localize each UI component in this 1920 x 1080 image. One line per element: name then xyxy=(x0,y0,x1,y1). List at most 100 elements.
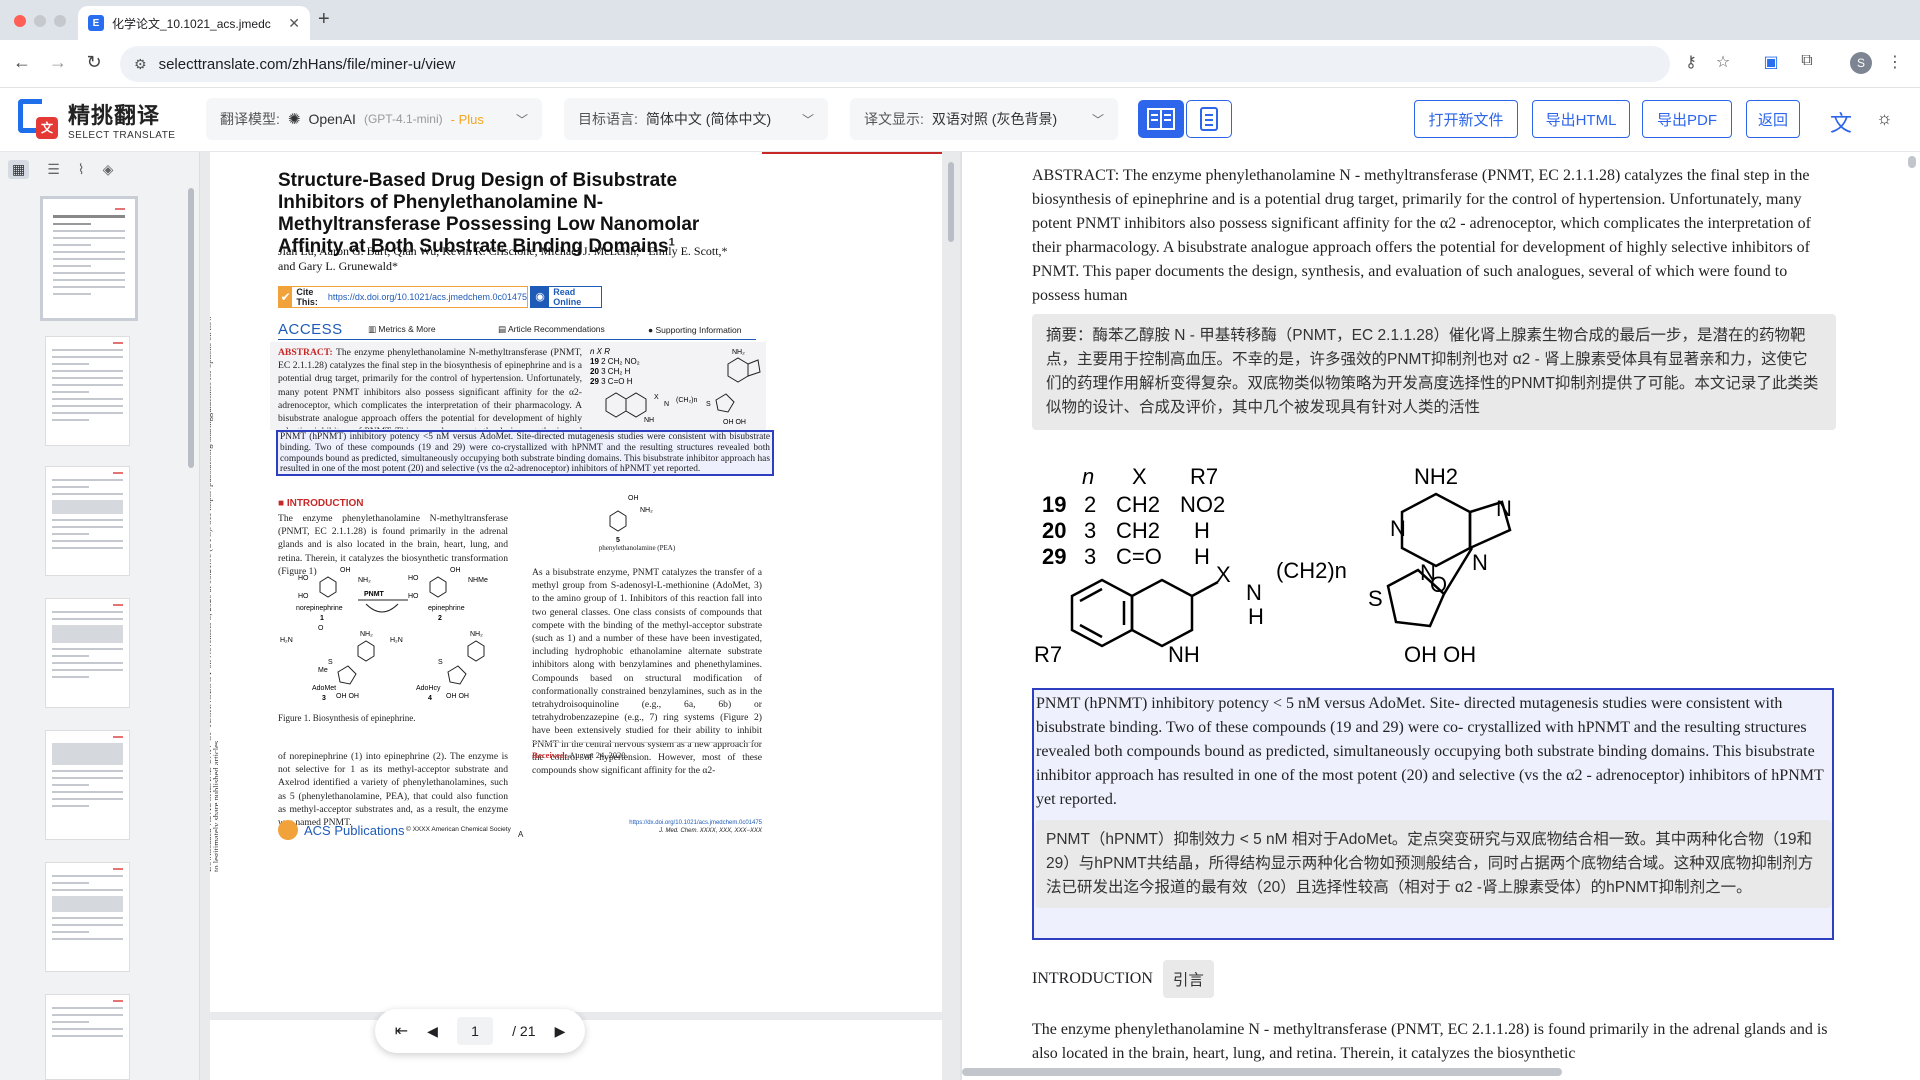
cite-doi-link[interactable]: https://dx.doi.org/10.1021/acs.jmedchem.… xyxy=(328,292,527,302)
address-bar: ← → ↻ ⚙ selecttranslate.com/zhHans/file/… xyxy=(0,40,1920,88)
sidebar-scrollbar[interactable] xyxy=(188,188,194,468)
svg-text:19 2 CH₂ NO₂: 19 2 CH₂ NO₂ xyxy=(590,357,640,366)
toggle-sidebar-icon[interactable]: ⇤ xyxy=(395,1021,408,1041)
minimize-window-button[interactable] xyxy=(34,15,46,27)
selected-translation-block[interactable]: PNMT (hPNMT) inhibitory potency < 5 nM v… xyxy=(1032,688,1834,940)
url-field[interactable]: ⚙ selecttranslate.com/zhHans/file/miner-… xyxy=(120,46,1670,82)
svg-text:S: S xyxy=(706,401,711,408)
target-language-selector[interactable]: 目标语言: 简体中文 (简体中文) ﹀ xyxy=(564,98,828,140)
intro-heading-row: INTRODUCTION 引言 xyxy=(1032,960,1214,998)
layers-icon[interactable]: ◈ xyxy=(103,161,114,178)
single-view-button[interactable] xyxy=(1186,100,1232,138)
pdf-viewer: Downloaded via AUCKLAND UNIV OF TECHNOLO… xyxy=(200,152,960,1080)
new-tab-button[interactable]: + xyxy=(318,8,330,31)
footer-doi[interactable]: https://dx.doi.org/10.1021/acs.jmedchem.… xyxy=(590,820,762,827)
chevron-down-icon: ﹀ xyxy=(515,112,528,127)
paper-authors: Jian Lu, Aaron G. Bart, Qian Wu, Kevin R… xyxy=(278,244,728,273)
previous-page-icon[interactable]: ◀ xyxy=(427,1023,438,1040)
cite-label: Cite This: xyxy=(296,287,318,307)
close-window-button[interactable] xyxy=(14,15,26,27)
app-logo[interactable]: 文 精挑翻译 SELECT TRANSLATE xyxy=(18,98,175,141)
side-by-side-view-button[interactable] xyxy=(1138,100,1184,138)
chem-row-29-n: 3 xyxy=(1084,544,1096,569)
app-toolbar: 文 精挑翻译 SELECT TRANSLATE 翻译模型: ✺ OpenAI (… xyxy=(0,88,1920,152)
display-mode-selector[interactable]: 译文显示: 双语对照 (灰色背景) ﹀ xyxy=(850,98,1118,140)
read-online-icon: ◉ xyxy=(531,287,550,307)
page-thumbnail-7[interactable] xyxy=(45,994,130,1080)
pdf-abstract-selected[interactable]: PNMT (hPNMT) inhibitory potency <5 nM ve… xyxy=(276,430,774,476)
outline-list-icon[interactable]: ☰ xyxy=(47,161,60,178)
chevron-down-icon: ﹀ xyxy=(801,112,814,127)
sidebar-toolbar: ▦ ☰ ⌇ ◈ xyxy=(0,152,199,186)
chem-n9: N xyxy=(1472,550,1488,575)
extension-translate-icon[interactable]: ▣ xyxy=(1760,52,1782,72)
model-label: 翻译模型: xyxy=(220,111,280,127)
chem-row-20-id: 20 xyxy=(1042,518,1066,543)
page-thumbnail-4[interactable] xyxy=(45,598,130,708)
maximize-window-button[interactable] xyxy=(54,15,66,27)
model-name: OpenAI xyxy=(308,111,356,127)
export-pdf-button[interactable]: 导出PDF xyxy=(1642,100,1732,138)
password-key-icon[interactable]: ⚷ xyxy=(1680,52,1702,72)
model-selector[interactable]: 翻译模型: ✺ OpenAI (GPT-4.1-mini) - Plus ﹀ xyxy=(206,98,542,140)
tab-close-icon[interactable]: ✕ xyxy=(288,15,300,32)
translation-scrollbar[interactable] xyxy=(1908,156,1916,168)
export-html-button[interactable]: 导出HTML xyxy=(1532,100,1630,138)
download-note: Downloaded via AUCKLAND UNIV OF TECHNOLO… xyxy=(210,315,218,872)
theme-sun-icon[interactable]: ☼ xyxy=(1876,108,1893,129)
svg-text:HO: HO xyxy=(408,575,419,582)
svg-text:OH: OH xyxy=(628,495,639,502)
metrics-link[interactable]: ▥ Metrics & More xyxy=(368,324,498,335)
supporting-info-link[interactable]: ● Supporting Information xyxy=(648,325,742,335)
pea-number: 5 xyxy=(616,537,620,544)
thumbnail-sidebar: ▦ ☰ ⌇ ◈ xyxy=(0,152,200,1080)
read-online-button[interactable]: ◉ Read Online xyxy=(530,286,602,308)
svg-text:NH₂: NH₂ xyxy=(358,577,371,584)
pdf-page: Downloaded via AUCKLAND UNIV OF TECHNOLO… xyxy=(210,152,942,1012)
back-arrow-icon[interactable]: ← xyxy=(10,52,34,73)
bookmark-star-icon[interactable]: ☆ xyxy=(1712,52,1734,72)
extensions-puzzle-icon[interactable]: ⧉ xyxy=(1796,52,1818,70)
fig-label-1: 1 xyxy=(320,615,324,622)
browser-menu-icon[interactable]: ⋮ xyxy=(1884,52,1906,72)
pea-label: phenylethanolamine (PEA) xyxy=(598,544,676,552)
horizontal-scrollbar[interactable] xyxy=(962,1068,1562,1076)
svg-text:NHMe: NHMe xyxy=(468,577,488,584)
intro-heading-zh: 引言 xyxy=(1162,960,1214,998)
cite-box[interactable]: ✔ Cite This: https://dx.doi.org/10.1021/… xyxy=(278,286,528,308)
attachments-clip-icon[interactable]: ⌇ xyxy=(78,161,85,178)
reload-icon[interactable]: ↻ xyxy=(82,52,106,73)
selected-zh-paragraph: PNMT（hPNMT）抑制效力 < 5 nM 相对于AdoMet。定点突变研究与… xyxy=(1036,820,1832,908)
received-line: Received: August 24, 2020 xyxy=(532,742,762,762)
forward-arrow-icon[interactable]: → xyxy=(46,52,70,73)
thumbnails-grid-icon[interactable]: ▦ xyxy=(8,159,30,179)
pdf-scrollbar[interactable] xyxy=(948,162,954,242)
chem-n7: N xyxy=(1496,496,1512,521)
chem-row-19-r7: NO2 xyxy=(1180,492,1225,517)
chem-col-x: X xyxy=(1132,464,1147,489)
chem-row-19-id: 19 xyxy=(1042,492,1066,517)
svg-text:NH₂: NH₂ xyxy=(470,631,483,638)
profile-avatar[interactable]: S xyxy=(1850,52,1872,74)
page-thumbnail-5[interactable] xyxy=(45,730,130,840)
access-label: ACCESS xyxy=(278,321,343,338)
browser-tab[interactable]: E 化学论文_10.1021_acs.jmedc ✕ xyxy=(78,6,310,40)
page-thumbnail-1[interactable] xyxy=(40,196,138,321)
site-info-icon[interactable]: ⚙ xyxy=(134,56,147,73)
page-thumbnail-3[interactable] xyxy=(45,466,130,576)
page-navigator: ⇤ ◀ 1 / 21 ▶ xyxy=(375,1009,585,1053)
open-new-file-button[interactable]: 打开新文件 xyxy=(1414,100,1518,138)
page-thumbnail-2[interactable] xyxy=(45,336,130,446)
svg-text:HO: HO xyxy=(298,593,309,600)
back-button[interactable]: 返回 xyxy=(1746,100,1800,138)
page-thumbnail-6[interactable] xyxy=(45,862,130,972)
translate-icon[interactable]: 文 xyxy=(1830,106,1852,138)
page-top-rule xyxy=(762,152,942,154)
fig-label-3: 3 xyxy=(322,695,326,702)
bisubstrate-structure-image: n X R7 19 20 29 2 CH2 NO2 3 CH2 H 3 C=O … xyxy=(1032,454,1540,676)
fig-label-adomet: AdoMet xyxy=(312,685,336,692)
page-number-input[interactable]: 1 xyxy=(457,1017,493,1045)
next-page-icon[interactable]: ▶ xyxy=(555,1023,566,1040)
chem-col-r7: R7 xyxy=(1190,464,1218,489)
recommendations-link[interactable]: ▤ Article Recommendations xyxy=(498,324,648,335)
